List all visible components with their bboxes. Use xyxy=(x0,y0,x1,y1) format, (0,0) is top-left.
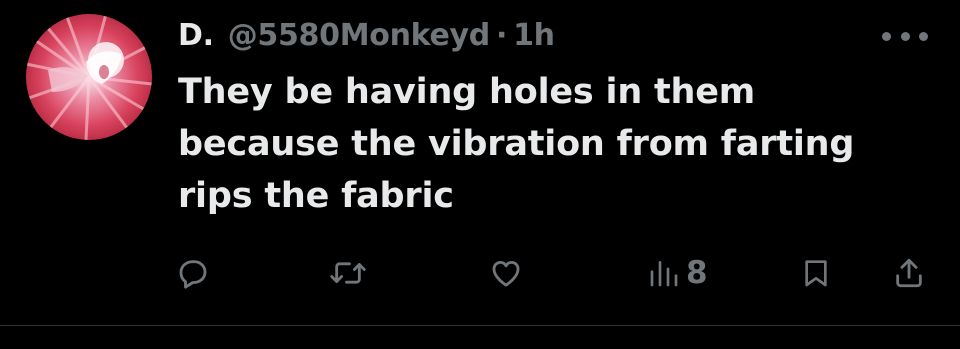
share-button[interactable] xyxy=(892,250,926,296)
avatar-image xyxy=(26,14,152,140)
bookmark-icon xyxy=(805,260,827,287)
like-button[interactable] xyxy=(488,250,524,296)
tweet-text: They be having holes in them because the… xyxy=(178,72,855,216)
views-button[interactable]: 8 xyxy=(648,250,708,296)
separator-dot: · xyxy=(495,17,508,53)
tweet[interactable]: D. @5580Monkeyd · 1h They be having hole… xyxy=(0,0,960,325)
retweet-button[interactable] xyxy=(328,250,368,296)
views-count: 8 xyxy=(686,255,708,291)
reply-button[interactable] xyxy=(176,250,210,296)
more-dot xyxy=(900,31,910,41)
tweet-header: D. @5580Monkeyd · 1h xyxy=(178,12,555,58)
avatar[interactable] xyxy=(26,14,152,140)
retweet-icon xyxy=(330,262,366,284)
action-bar: 8 xyxy=(0,250,960,296)
more-dot xyxy=(919,31,928,41)
bookmark-button[interactable] xyxy=(800,250,832,296)
share-icon xyxy=(896,258,922,288)
reply-icon xyxy=(179,260,207,289)
display-name[interactable]: D. xyxy=(178,18,214,53)
views-bar-icon xyxy=(650,261,678,287)
more-dots-icon[interactable] xyxy=(882,26,928,46)
divider xyxy=(0,325,960,326)
heart-icon xyxy=(492,260,520,287)
more-dot xyxy=(882,31,891,41)
user-handle[interactable]: @5580Monkeyd xyxy=(228,18,491,53)
timestamp[interactable]: 1h xyxy=(513,18,555,53)
